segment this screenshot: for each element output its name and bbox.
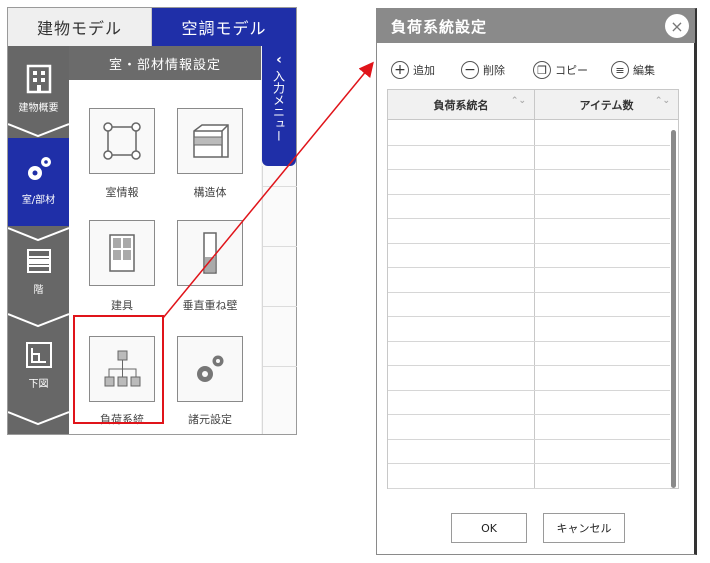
column-header-name[interactable]: 負荷系統名 ⌃⌄	[388, 90, 534, 120]
tile-room-info[interactable]	[89, 108, 155, 174]
tile-label: 構造体	[193, 186, 227, 199]
close-button[interactable]: ×	[665, 14, 689, 38]
column-divider	[534, 90, 535, 488]
table-row[interactable]	[388, 316, 670, 317]
floors-icon	[26, 249, 51, 273]
nav-label: 階	[33, 285, 44, 296]
tile-label: 諸元設定	[188, 413, 232, 426]
table-row[interactable]	[388, 414, 670, 415]
right-strip	[262, 166, 297, 434]
table-row[interactable]	[388, 487, 670, 489]
table-row[interactable]	[388, 144, 670, 146]
nav-item-floor[interactable]: 階	[8, 246, 69, 296]
nav-label: 下図	[28, 379, 49, 390]
table-row[interactable]	[388, 242, 670, 244]
table-row[interactable]	[388, 291, 670, 293]
table-row[interactable]	[388, 169, 670, 170]
delete-button[interactable]: − 削除	[461, 59, 505, 81]
highlight-box	[73, 315, 164, 424]
nav-separator	[8, 313, 69, 328]
delete-label: 削除	[483, 64, 505, 77]
room-info-icon	[103, 122, 141, 160]
scrollbar[interactable]	[671, 130, 676, 488]
tab-aircon-model[interactable]: 空調モデル	[152, 8, 296, 46]
edit-label: 編集	[633, 64, 655, 77]
table-row[interactable]	[388, 193, 670, 195]
column-label: アイテム数	[579, 99, 634, 112]
dialog-titlebar: 負荷系統設定 ×	[377, 9, 695, 43]
tile-label: 垂直重ね壁	[182, 299, 238, 312]
divider	[263, 186, 297, 187]
model-tabs: 建物モデル 空調モデル	[8, 8, 296, 46]
dialog-toolbar: + 追加 − 削除 ❐ コピー ≡ 編集	[387, 59, 687, 81]
nav-separator	[8, 123, 69, 138]
copy-label: コピー	[555, 64, 588, 77]
structure-icon	[193, 124, 229, 158]
table-row[interactable]	[388, 365, 670, 366]
add-label: 追加	[413, 64, 435, 77]
gears-icon	[27, 157, 51, 180]
table-header: 負荷系統名 ⌃⌄ アイテム数 ⌃⌄	[388, 90, 678, 120]
copy-button[interactable]: ❐ コピー	[533, 59, 588, 81]
add-button[interactable]: + 追加	[391, 59, 435, 81]
table-row[interactable]	[388, 267, 670, 268]
sort-icon: ⌃⌄	[510, 96, 526, 106]
dialog-title: 負荷系統設定	[391, 18, 488, 36]
fitting-icon	[109, 234, 135, 272]
nav-label: 室/部材	[21, 195, 56, 206]
spec-settings-icon	[197, 355, 224, 382]
copy-icon: ❐	[533, 61, 551, 79]
load-system-table: 負荷系統名 ⌃⌄ アイテム数 ⌃⌄	[387, 89, 679, 489]
nav-item-building-overview[interactable]: 建物概要	[8, 62, 69, 114]
table-row[interactable]	[388, 463, 670, 464]
edit-button[interactable]: ≡ 編集	[611, 59, 655, 81]
table-row[interactable]	[388, 218, 670, 219]
divider	[263, 366, 297, 367]
building-icon	[26, 64, 51, 94]
floorplan-icon	[25, 342, 52, 368]
vertical-wall-icon	[203, 232, 217, 274]
input-menu-label: 入力メニュー	[271, 70, 286, 142]
tile-structure[interactable]	[177, 108, 243, 174]
divider	[263, 246, 297, 247]
table-row[interactable]	[388, 438, 670, 440]
table-row[interactable]	[388, 340, 670, 342]
nav-item-room-member[interactable]: 室/部材	[8, 138, 69, 226]
divider	[263, 306, 297, 307]
tile-label: 建具	[111, 299, 133, 312]
table-row[interactable]	[388, 389, 670, 391]
column-header-item-count[interactable]: アイテム数 ⌃⌄	[535, 90, 678, 120]
ok-button[interactable]: OK	[451, 513, 527, 543]
tile-spec-settings[interactable]	[177, 336, 243, 402]
input-menu-tab[interactable]: ‹ 入力メニュー	[262, 46, 296, 166]
tile-vertical-wall[interactable]	[177, 220, 243, 286]
panel-header: 室・部材情報設定	[69, 46, 261, 80]
sort-icon: ⌃⌄	[654, 96, 670, 106]
nav-label: 建物概要	[18, 103, 59, 114]
plus-icon: +	[391, 61, 409, 79]
tile-fitting[interactable]	[89, 220, 155, 286]
chevron-left-icon: ‹	[276, 52, 282, 68]
nav-item-underlay[interactable]: 下図	[8, 340, 69, 390]
column-label: 負荷系統名	[433, 99, 489, 112]
load-system-dialog: 負荷系統設定 × + 追加 − 削除 ❐ コピー ≡ 編集 負荷系統名 ⌃⌄ ア…	[376, 8, 697, 555]
nav-separator	[8, 411, 69, 426]
tab-building-model[interactable]: 建物モデル	[8, 8, 152, 46]
edit-icon: ≡	[611, 61, 629, 79]
tile-label: 室情報	[105, 186, 139, 199]
cancel-button[interactable]: キャンセル	[543, 513, 625, 543]
side-nav: 建物概要 室/部材 階 下図	[8, 46, 69, 434]
nav-separator	[8, 227, 69, 242]
minus-icon: −	[461, 61, 479, 79]
